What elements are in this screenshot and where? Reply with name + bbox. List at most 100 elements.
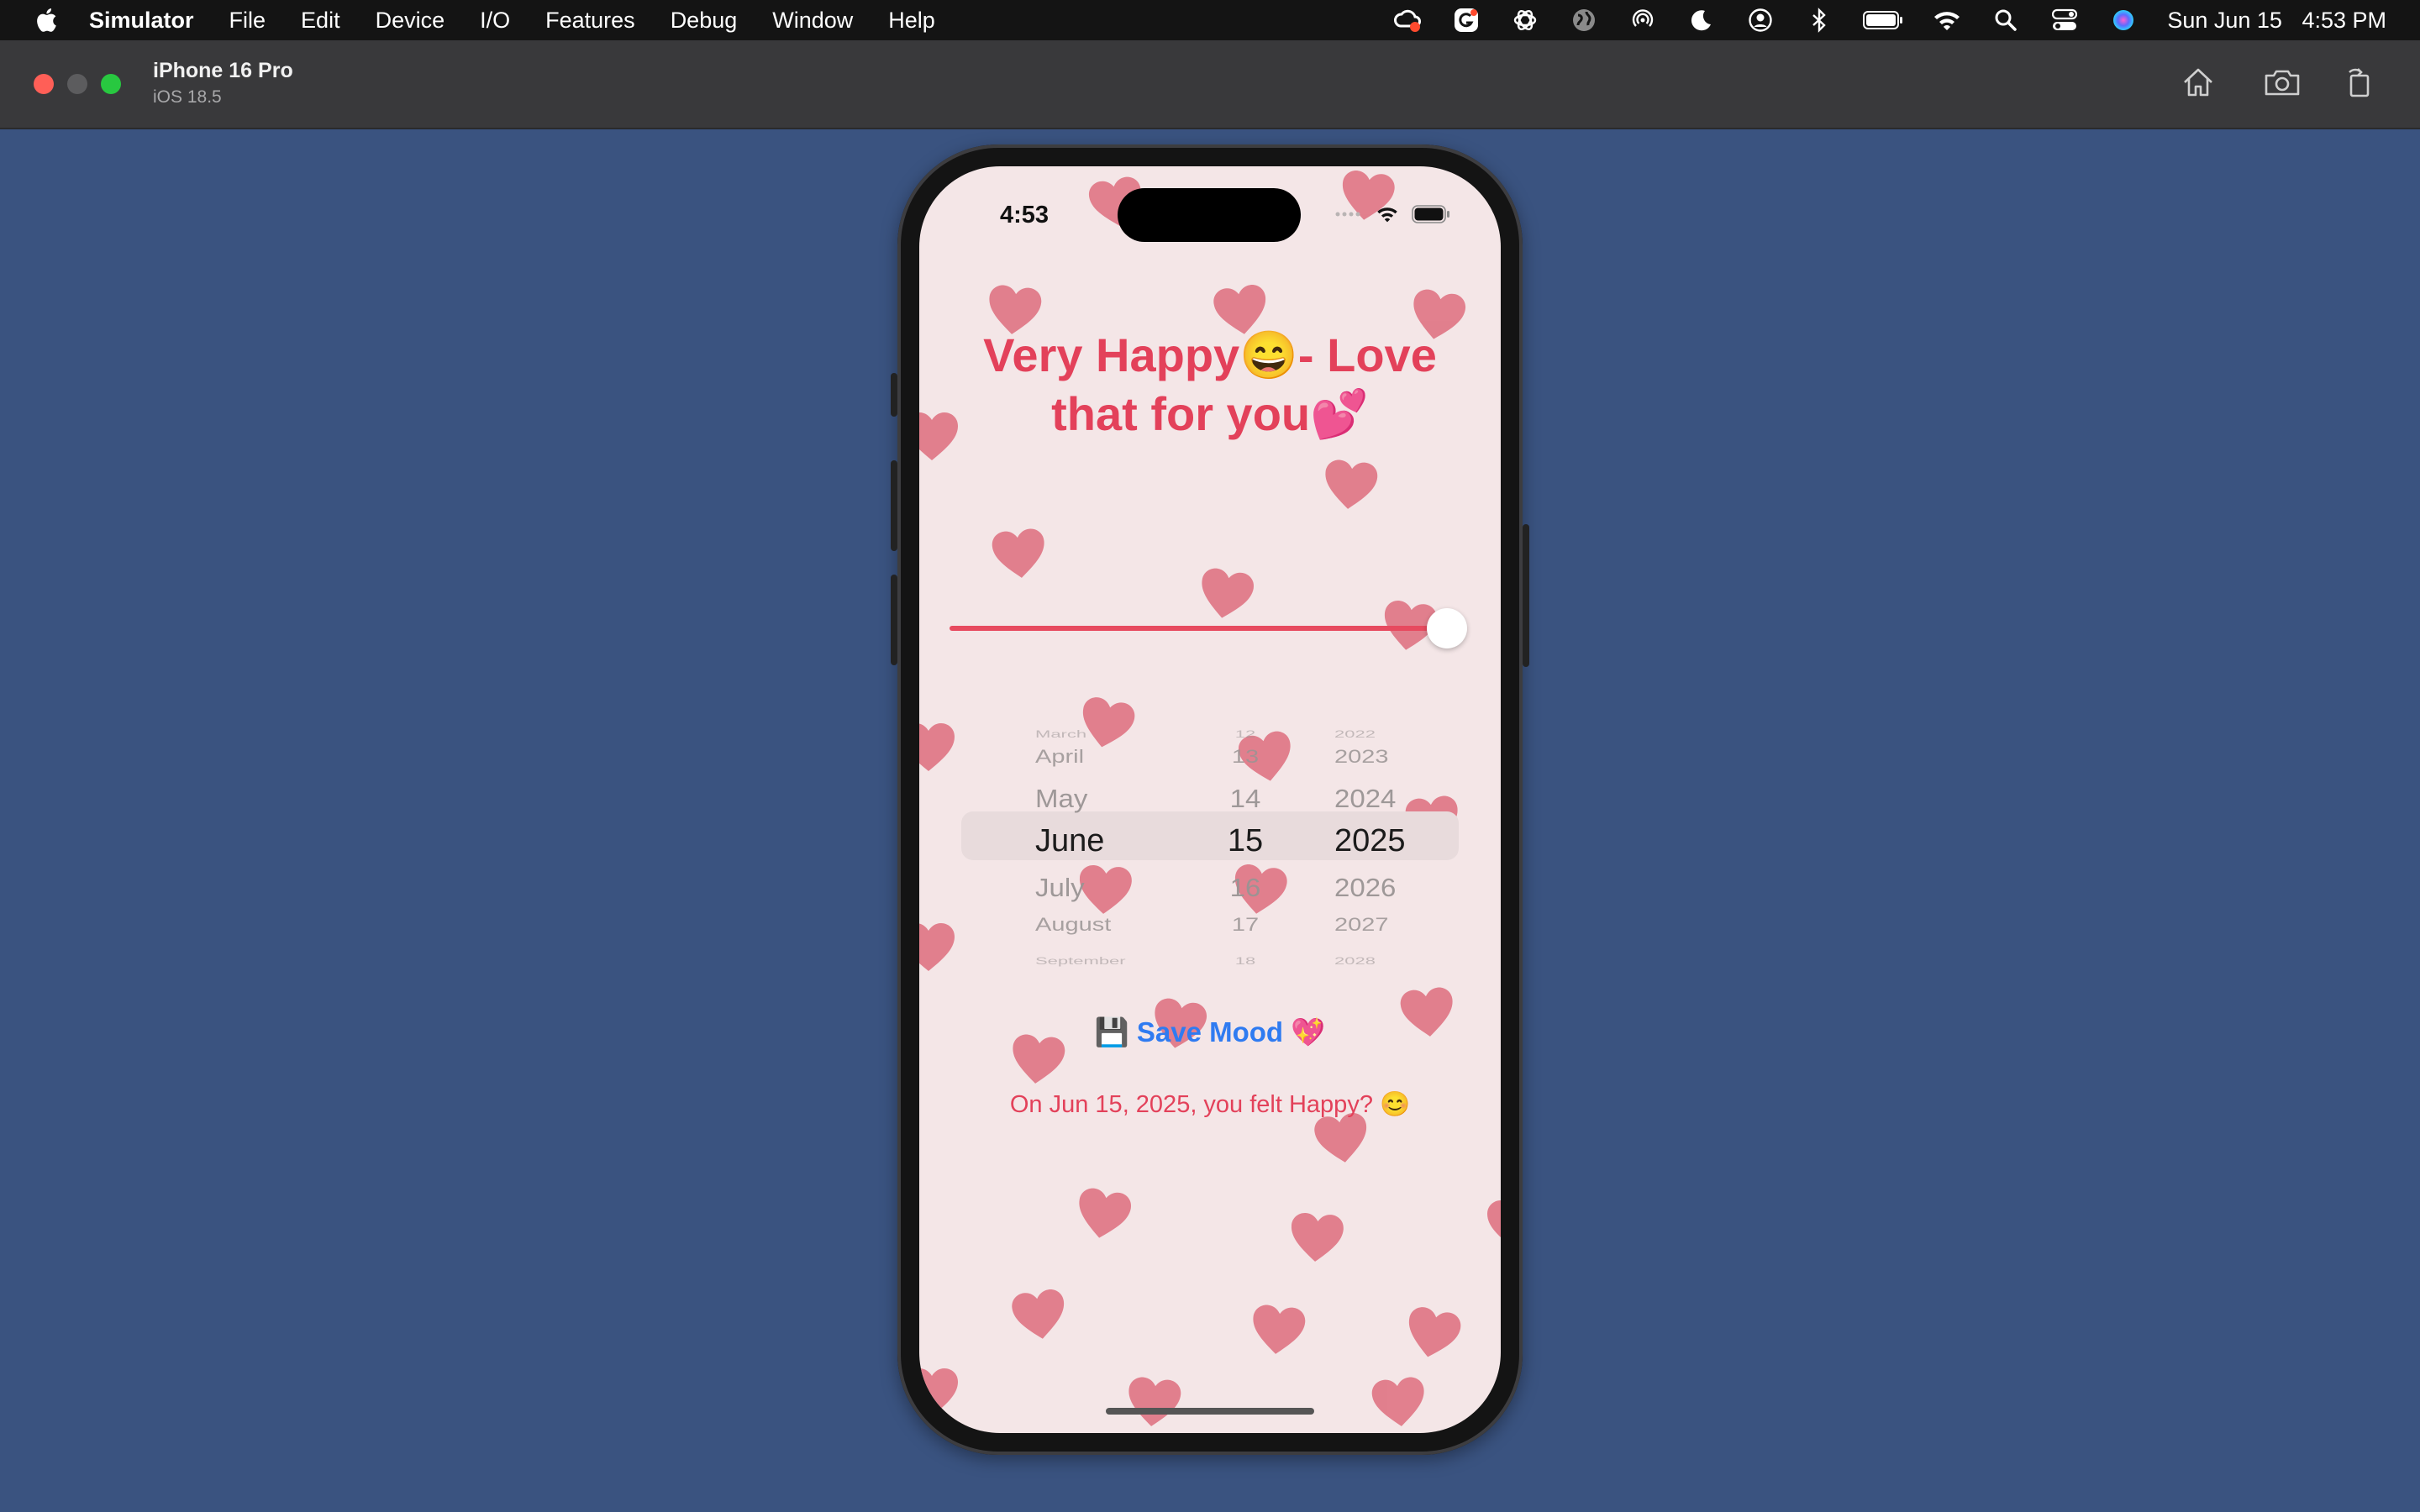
picker-day: 14 (1229, 784, 1261, 813)
picker-year: 2022 (1334, 728, 1376, 740)
picker-month: March (1035, 728, 1087, 740)
picker-day: 15 (1227, 823, 1264, 858)
menu-help[interactable]: Help (888, 8, 935, 34)
picker-day: 13 (1231, 746, 1260, 768)
picker-year: 2025 (1334, 823, 1406, 858)
window-minimize-button[interactable] (67, 74, 87, 94)
heart-icon (1079, 1188, 1132, 1238)
picker-year: 2027 (1334, 914, 1389, 936)
floppy-disk-icon: 💾 (1094, 1016, 1129, 1047)
picker-row[interactable]: September 18 2028 (919, 955, 1501, 974)
camera-icon (2265, 70, 2300, 96)
rotate-icon (2349, 68, 2370, 97)
save-mood-button[interactable]: 💾 Save Mood 💖 (919, 1016, 1501, 1049)
date-picker-wheel[interactable]: March 12 2022 April 13 2023 May 14 2024 June 15 202… (919, 704, 1501, 973)
volume-up-button[interactable] (891, 460, 897, 551)
heart-icon (1202, 568, 1255, 618)
picker-year: 2026 (1334, 873, 1397, 902)
creative-cloud-icon[interactable] (1392, 6, 1423, 34)
heart-icon (1291, 1213, 1344, 1262)
battery-icon[interactable] (1863, 6, 1903, 34)
app-screen: 4:53 Very Happy😄- Love that for you💕 Mar… (919, 166, 1501, 1433)
heart-icon (919, 1368, 958, 1416)
picker-year: 2028 (1334, 955, 1376, 967)
heart-icon (1371, 1377, 1424, 1426)
picker-day: 12 (1234, 728, 1256, 740)
chatgpt-icon[interactable] (1510, 6, 1540, 34)
siri-icon[interactable] (2108, 6, 2139, 34)
side-power-button[interactable] (1523, 524, 1529, 667)
window-zoom-button[interactable] (101, 74, 121, 94)
menubar-date: Sun Jun 15 (2167, 7, 2282, 33)
user-account-icon[interactable] (1745, 6, 1776, 34)
picker-row[interactable]: August 17 2027 (919, 914, 1501, 940)
picker-month: September (1035, 955, 1126, 967)
grammarly-icon[interactable] (1451, 6, 1481, 34)
picker-day: 17 (1231, 914, 1260, 936)
heart-icon (1408, 1307, 1461, 1357)
cellular-signal-icon (1335, 212, 1360, 217)
menu-device[interactable]: Device (376, 8, 445, 34)
spotlight-search-icon[interactable] (1991, 6, 2021, 34)
menu-debug[interactable]: Debug (671, 8, 738, 34)
menubar-clock[interactable]: Sun Jun 15 4:53 PM (2167, 8, 2386, 34)
picker-month: June (1035, 823, 1105, 858)
heart-icon (1487, 1200, 1501, 1237)
wifi-icon[interactable] (1932, 6, 1962, 34)
focus-moon-icon[interactable] (1686, 6, 1717, 34)
volume-down-button[interactable] (891, 575, 897, 665)
ios-battery-icon (1412, 205, 1449, 223)
mood-title: Very Happy😄- Love that for you💕 (983, 328, 1437, 440)
heart-icon (1012, 1289, 1065, 1339)
menu-features[interactable]: Features (545, 8, 635, 34)
picker-row[interactable]: April 13 2023 (919, 746, 1501, 772)
mood-slider-thumb[interactable] (1427, 608, 1467, 648)
mood-summary-text: On Jun 15, 2025, you felt Happy? 😊 (1009, 1091, 1411, 1118)
picker-month: August (1035, 914, 1112, 936)
picker-year: 2023 (1334, 746, 1389, 768)
mood-slider-track[interactable] (950, 626, 1454, 631)
dynamic-island (1118, 188, 1301, 242)
picker-row[interactable]: July 16 2026 (919, 874, 1501, 905)
device-name: iPhone 16 Pro (153, 59, 293, 82)
screenshot-button[interactable] (2260, 62, 2304, 102)
picker-row-selected[interactable]: June 15 2025 (919, 823, 1501, 858)
home-icon (2184, 68, 2212, 97)
picker-day: 18 (1234, 955, 1256, 967)
picker-day: 16 (1229, 873, 1261, 902)
picker-row[interactable]: May 14 2024 (919, 785, 1501, 816)
airdrop-icon[interactable] (1628, 6, 1658, 34)
iphone-device-frame: 4:53 Very Happy😄- Love that for you💕 Mar… (891, 144, 1529, 1455)
picker-row[interactable]: March 12 2022 (919, 728, 1501, 747)
heart-icon (992, 528, 1044, 578)
rotate-button[interactable] (2338, 62, 2381, 102)
ios-status-time: 4:53 (1000, 202, 1050, 228)
sparkling-heart-icon: 💖 (1291, 1016, 1326, 1047)
heart-icon (1253, 1305, 1306, 1354)
picker-month: July (1035, 873, 1085, 902)
globe-icon[interactable] (1569, 6, 1599, 34)
menu-extras: Sun Jun 15 4:53 PM (1364, 0, 2386, 40)
apple-logo-icon[interactable] (34, 7, 57, 34)
menu-window[interactable]: Window (772, 8, 853, 34)
picker-year: 2024 (1334, 784, 1397, 813)
menu-edit[interactable]: Edit (301, 8, 340, 34)
control-center-icon[interactable] (2049, 6, 2080, 34)
action-button[interactable] (891, 373, 897, 417)
home-button[interactable] (2176, 62, 2220, 102)
ios-wifi-icon (1377, 207, 1397, 223)
picker-month: April (1035, 746, 1085, 768)
heart-icon (1128, 1377, 1181, 1426)
menu-io[interactable]: I/O (480, 8, 510, 34)
menu-app-name[interactable]: Simulator (89, 8, 194, 34)
home-indicator[interactable] (1106, 1408, 1314, 1415)
bluetooth-icon[interactable] (1804, 6, 1834, 34)
os-version: iOS 18.5 (153, 87, 222, 107)
save-mood-label: Save Mood (1136, 1016, 1284, 1047)
simulator-title-bar: iPhone 16 Pro iOS 18.5 (0, 40, 2420, 129)
menubar-time: 4:53 PM (2302, 7, 2386, 33)
ios-status-icons (1334, 205, 1450, 223)
menu-file[interactable]: File (229, 8, 266, 34)
menu-bar: Simulator File Edit Device I/O Features … (0, 0, 2420, 40)
window-close-button[interactable] (34, 74, 54, 94)
